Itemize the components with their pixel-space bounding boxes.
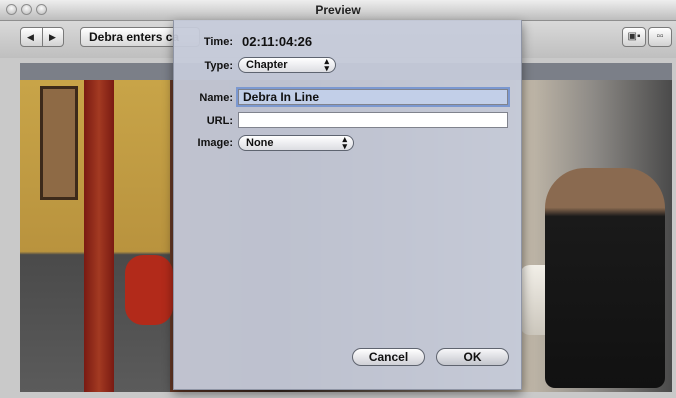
video-wall-picture — [40, 86, 78, 200]
window-title: Preview — [315, 3, 361, 17]
image-popup[interactable]: None ▴ ▾ — [238, 135, 354, 151]
type-label: Type: — [204, 60, 233, 72]
marker-nav-control: ◀ ▶ — [20, 27, 64, 47]
video-doorframe — [84, 80, 114, 392]
cancel-button[interactable]: Cancel — [352, 348, 425, 366]
chevron-updown-icon: ▴ ▾ — [342, 134, 347, 151]
type-popup[interactable]: Chapter ▴ ▾ — [238, 57, 336, 73]
name-label: Name: — [199, 92, 233, 104]
next-marker-button[interactable]: ▶ — [44, 28, 61, 46]
ok-button[interactable]: OK — [436, 348, 509, 366]
url-field[interactable] — [238, 112, 508, 128]
video-person — [545, 168, 665, 388]
segment-divider — [42, 28, 43, 46]
name-field-value: Debra In Line — [243, 90, 320, 104]
view-mode-button-1[interactable]: ▣▪ — [622, 27, 646, 47]
view-single-icon: ▣▪ — [627, 31, 641, 42]
window-titlebar: Preview — [0, 0, 676, 21]
image-label: Image: — [197, 137, 233, 149]
arrow-left-icon: ◀ — [27, 32, 34, 42]
url-label: URL: — [206, 115, 233, 127]
view-mode-button-2[interactable]: ▫▫ — [648, 27, 672, 47]
image-popup-value: None — [246, 137, 274, 149]
video-red-chair — [125, 255, 173, 325]
chevron-updown-icon: ▴ ▾ — [324, 56, 329, 73]
arrow-right-icon: ▶ — [49, 32, 56, 42]
preview-window: Preview ◀ ▶ Debra enters ca ▣▪ ▫▫ Time: … — [0, 0, 676, 398]
time-label: Time: — [203, 36, 233, 48]
marker-edit-sheet: Time: 02:11:04:26 Type: Chapter ▴ ▾ Name:… — [173, 20, 522, 390]
name-field[interactable]: Debra In Line — [236, 87, 510, 107]
type-popup-value: Chapter — [246, 59, 288, 71]
time-value: 02:11:04:26 — [242, 34, 313, 49]
view-double-icon: ▫▫ — [656, 31, 664, 42]
previous-marker-button[interactable]: ◀ — [22, 28, 39, 46]
